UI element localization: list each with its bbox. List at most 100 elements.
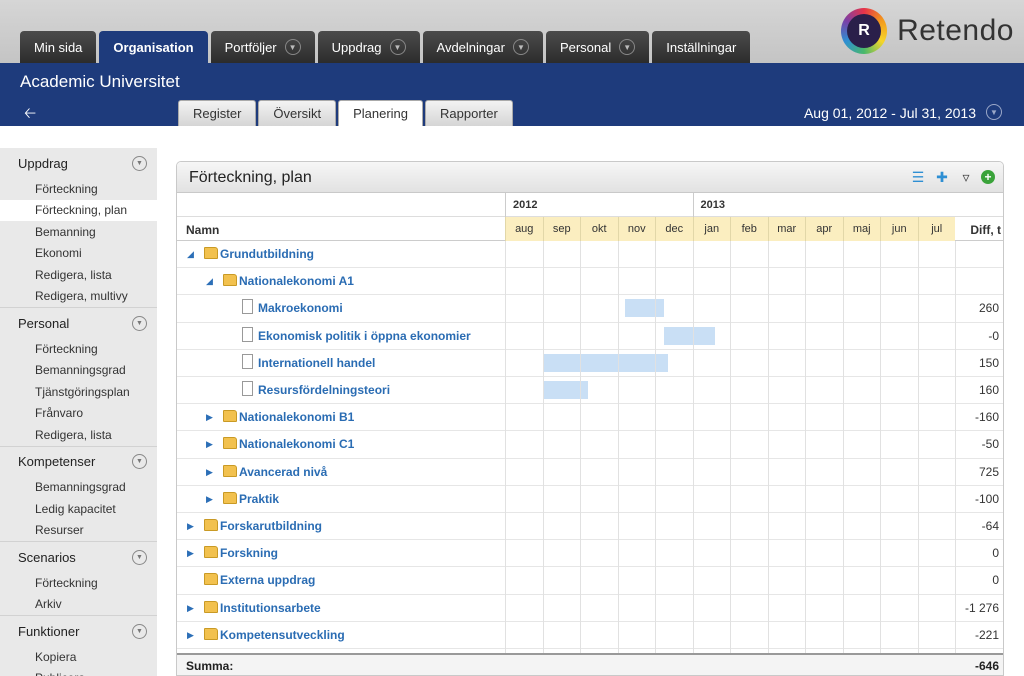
- month-column-header: jul: [917, 217, 955, 241]
- grid-line: [655, 241, 656, 653]
- sidebar-item[interactable]: Redigera, lista: [0, 424, 157, 446]
- row-diff-value: -50: [981, 437, 999, 452]
- filter-icon[interactable]: ▿: [957, 168, 975, 186]
- chevron-down-icon[interactable]: ▼: [132, 315, 147, 331]
- sidebar-item[interactable]: Frånvaro: [0, 403, 157, 425]
- row-name-link[interactable]: Nationalekonomi B1: [239, 410, 354, 424]
- row-name-link[interactable]: Praktik: [239, 492, 279, 506]
- row-name-link[interactable]: Forskning: [220, 546, 278, 560]
- collapsed-arrow-icon[interactable]: ▶: [206, 439, 213, 450]
- column-header-name[interactable]: Namn: [186, 223, 219, 237]
- sidebar-item[interactable]: Ekonomi: [0, 243, 157, 265]
- sidebar-item[interactable]: Redigera, lista: [0, 264, 157, 286]
- sidebar-section-title: Scenarios: [18, 549, 76, 565]
- gantt-bar[interactable]: [625, 299, 665, 318]
- sidebar-section-header[interactable]: Scenarios ▼: [0, 542, 157, 572]
- summary-label: Summa:: [186, 659, 234, 673]
- chevron-down-icon[interactable]: ▼: [132, 155, 147, 171]
- month-header-row: Namn Diff, t aug sep okt nov dec jan feb mar apr…: [177, 217, 1003, 241]
- top-tab-6[interactable]: Inställningar: [652, 31, 751, 63]
- sidebar-item[interactable]: Förteckning, plan: [0, 199, 157, 221]
- collapsed-arrow-icon[interactable]: ▶: [206, 494, 213, 505]
- gantt-bar[interactable]: [544, 353, 669, 372]
- grid-line: [955, 241, 956, 653]
- row-name-link[interactable]: Internationell handel: [258, 356, 375, 370]
- collapsed-arrow-icon[interactable]: ▶: [187, 630, 194, 641]
- date-range[interactable]: Aug 01, 2012 - Jul 31, 2013: [804, 105, 976, 121]
- row-name-link[interactable]: Institutionsarbete: [220, 601, 321, 615]
- column-header-diff[interactable]: Diff, t: [970, 223, 1001, 237]
- chevron-down-icon[interactable]: ▼: [132, 549, 147, 565]
- grid-line: [880, 241, 881, 653]
- row-name-link[interactable]: Nationalekonomi C1: [239, 437, 354, 451]
- collapsed-arrow-icon[interactable]: ▶: [187, 521, 194, 532]
- sidebar-item[interactable]: Förteckning: [0, 572, 157, 594]
- top-tab-label: Inställningar: [666, 39, 737, 55]
- row-name-link[interactable]: Nationalekonomi A1: [239, 274, 354, 288]
- sidebar-item[interactable]: Redigera, multivy: [0, 286, 157, 308]
- sub-tab-1[interactable]: Översikt: [258, 100, 337, 126]
- sub-tab-0[interactable]: Register: [178, 100, 257, 126]
- document-icon: [242, 299, 253, 315]
- sidebar-item[interactable]: Arkiv: [0, 594, 157, 616]
- folder-icon: [204, 247, 218, 259]
- expand-all-icon[interactable]: ✚: [933, 168, 951, 186]
- sidebar-section-header[interactable]: Personal ▼: [0, 308, 157, 338]
- folder-icon: [204, 573, 218, 586]
- collapse-all-icon[interactable]: ☰: [909, 168, 927, 186]
- year-separator: [505, 193, 506, 217]
- top-tab-1[interactable]: Organisation: [99, 31, 208, 63]
- sidebar-item[interactable]: Publicera: [0, 668, 157, 676]
- row-name-link[interactable]: Resursfördelningsteori: [258, 383, 390, 397]
- top-tab-2[interactable]: Portföljer ▼: [210, 31, 315, 63]
- chevron-down-icon[interactable]: ▼: [512, 39, 529, 55]
- sidebar-item[interactable]: Kopiera: [0, 646, 157, 668]
- collapsed-arrow-icon[interactable]: ▶: [206, 412, 213, 423]
- sidebar-item[interactable]: Bemanningsgrad: [0, 360, 157, 382]
- collapsed-arrow-icon[interactable]: ▶: [187, 603, 194, 614]
- expanded-arrow-icon[interactable]: ◢: [206, 276, 213, 287]
- sidebar-item[interactable]: Resurser: [0, 520, 157, 542]
- row-name-link[interactable]: Kompetensutveckling: [220, 628, 345, 642]
- sidebar-item[interactable]: Bemanning: [0, 221, 157, 243]
- grid-line: [542, 241, 544, 653]
- sidebar-section-header[interactable]: Uppdrag ▼: [0, 148, 157, 178]
- gantt-bar[interactable]: [664, 326, 715, 345]
- chevron-down-icon[interactable]: ▼: [619, 39, 636, 55]
- sidebar-item[interactable]: Förteckning: [0, 178, 157, 200]
- row-name-link[interactable]: Grundutbildning: [220, 247, 314, 261]
- date-range-chevron-down-icon[interactable]: ▼: [986, 104, 1002, 120]
- sidebar-section-header[interactable]: Funktioner ▼: [0, 616, 157, 646]
- grid-line: [805, 241, 806, 653]
- top-tab-5[interactable]: Personal ▼: [545, 31, 650, 63]
- sidebar-item[interactable]: Ledig kapacitet: [0, 498, 157, 520]
- chevron-down-icon[interactable]: ▼: [389, 39, 406, 55]
- sidebar-section: Funktioner ▼ KopieraPublicera: [0, 616, 157, 676]
- row-name-link[interactable]: Externa uppdrag: [220, 573, 315, 587]
- sidebar-item[interactable]: Tjänstgöringsplan: [0, 381, 157, 403]
- collapsed-arrow-icon[interactable]: ▶: [206, 467, 213, 478]
- row-name-link[interactable]: Forskarutbildning: [220, 519, 322, 533]
- sidebar-section-header[interactable]: Kompetenser ▼: [0, 447, 157, 477]
- chevron-down-icon[interactable]: ▼: [132, 454, 147, 469]
- sub-tab-3[interactable]: Rapporter: [425, 100, 513, 126]
- gantt-bar[interactable]: [544, 381, 588, 399]
- row-name-link[interactable]: Avancerad nivå: [239, 465, 327, 479]
- top-tab-3[interactable]: Uppdrag ▼: [317, 31, 420, 63]
- sidebar-item[interactable]: Bemanningsgrad: [0, 477, 157, 499]
- chevron-down-icon[interactable]: ▼: [132, 623, 147, 639]
- collapsed-arrow-icon[interactable]: ▶: [187, 548, 194, 559]
- chevron-down-icon[interactable]: ▼: [284, 39, 301, 55]
- row-name-link[interactable]: Makroekonomi: [258, 301, 343, 315]
- back-arrow-icon[interactable]: 🡠: [24, 103, 36, 128]
- sidebar-item[interactable]: Förteckning: [0, 338, 157, 360]
- top-tab-4[interactable]: Avdelningar ▼: [422, 31, 543, 63]
- row-diff-value: -64: [981, 519, 999, 533]
- row-name-link[interactable]: Ekonomisk politik i öppna ekonomier: [258, 329, 471, 343]
- add-icon[interactable]: +: [981, 170, 995, 184]
- grid-line: [730, 241, 731, 653]
- sub-tab-2[interactable]: Planering: [338, 100, 424, 126]
- month-column-header: sep: [542, 217, 580, 241]
- top-tab-0[interactable]: Min sida: [20, 31, 97, 63]
- expanded-arrow-icon[interactable]: ◢: [187, 249, 194, 260]
